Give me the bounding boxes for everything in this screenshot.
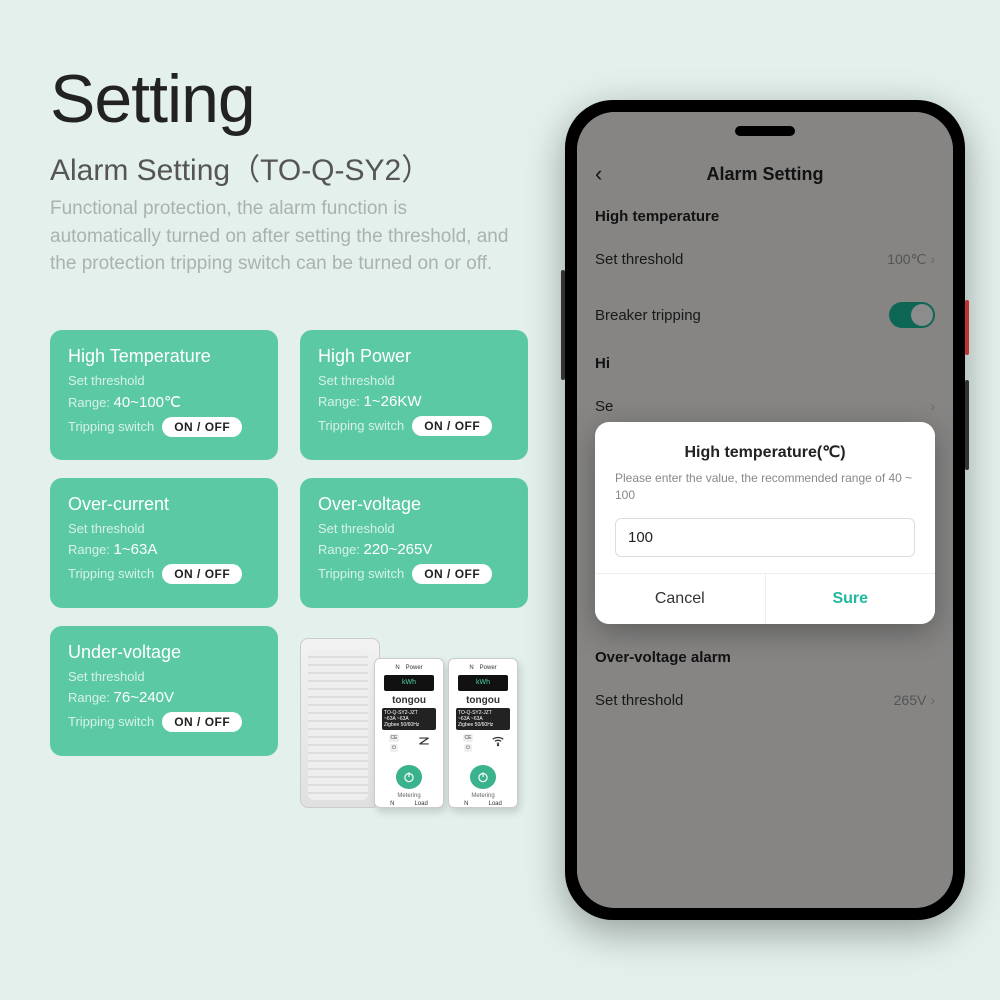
onoff-pill: ON / OFF bbox=[412, 564, 492, 584]
card-title: Over-voltage bbox=[318, 494, 510, 515]
card-title: High Temperature bbox=[68, 346, 260, 367]
dialog-hint: Please enter the value, the recommended … bbox=[615, 470, 915, 504]
card-tripping-label: Tripping switch bbox=[68, 714, 154, 729]
card-range: Range: 1~26KW bbox=[318, 393, 510, 410]
card-range: Range: 76~240V bbox=[68, 689, 260, 706]
card-over-current: Over-current Set threshold Range: 1~63A … bbox=[50, 478, 278, 608]
card-set-threshold: Set threshold bbox=[68, 519, 260, 539]
card-title: Under-voltage bbox=[68, 642, 260, 663]
card-tripping-label: Tripping switch bbox=[68, 566, 154, 581]
phone-screen: ‹ Alarm Setting High temperature Set thr… bbox=[577, 112, 953, 908]
main-title: Setting bbox=[50, 60, 255, 138]
breaker-lcd: kWh bbox=[458, 675, 508, 691]
power-button-icon bbox=[470, 765, 496, 789]
breaker-brand: tongou bbox=[466, 695, 500, 706]
card-set-threshold: Set threshold bbox=[318, 371, 510, 391]
breaker-module-1: NPower kWh tongou TO-Q-SY2-JZT ~63A ~63A… bbox=[374, 658, 444, 808]
card-range: Range: 40~100℃ bbox=[68, 393, 260, 411]
breaker-metering-label: Metering bbox=[397, 793, 420, 799]
dialog-value-input[interactable] bbox=[615, 518, 915, 557]
sub-title: Alarm Setting（TO-Q-SY2） bbox=[50, 145, 431, 189]
breaker-lcd: kWh bbox=[384, 675, 434, 691]
onoff-pill: ON / OFF bbox=[162, 564, 242, 584]
cancel-button[interactable]: Cancel bbox=[595, 574, 766, 624]
card-high-temperature: High Temperature Set threshold Range: 40… bbox=[50, 330, 278, 460]
breaker-model-strip: TO-Q-SY2-JZT ~63A ~63A Zigbee 50/60Hz bbox=[456, 708, 510, 730]
breaker-module-2: NPower kWh tongou TO-Q-SY2-JZT ~63A ~63A… bbox=[448, 658, 518, 808]
card-title: High Power bbox=[318, 346, 510, 367]
zigbee-icon bbox=[417, 734, 431, 748]
card-tripping-label: Tripping switch bbox=[318, 418, 404, 433]
phone-frame: ‹ Alarm Setting High temperature Set thr… bbox=[565, 100, 965, 920]
card-tripping-label: Tripping switch bbox=[318, 566, 404, 581]
dialog-high-temperature: High temperature(℃) Please enter the val… bbox=[595, 422, 935, 624]
card-high-power: High Power Set threshold Range: 1~26KW T… bbox=[300, 330, 528, 460]
onoff-pill: ON / OFF bbox=[412, 416, 492, 436]
card-tripping-label: Tripping switch bbox=[68, 419, 154, 434]
card-under-voltage: Under-voltage Set threshold Range: 76~24… bbox=[50, 626, 278, 756]
card-range: Range: 1~63A bbox=[68, 541, 260, 558]
description: Functional protection, the alarm functio… bbox=[50, 195, 510, 278]
card-range: Range: 220~265V bbox=[318, 541, 510, 558]
card-title: Over-current bbox=[68, 494, 260, 515]
breaker-metering-label: Metering bbox=[471, 793, 494, 799]
onoff-pill: ON / OFF bbox=[162, 417, 242, 437]
sure-button[interactable]: Sure bbox=[766, 574, 936, 624]
din-rail-side bbox=[308, 650, 368, 800]
dialog-title: High temperature(℃) bbox=[615, 442, 915, 462]
card-set-threshold: Set threshold bbox=[68, 371, 260, 391]
phone-notch bbox=[735, 126, 795, 136]
wifi-icon bbox=[491, 734, 505, 748]
breaker-model-strip: TO-Q-SY2-JZT ~63A ~63A Zigbee 50/60Hz bbox=[382, 708, 436, 730]
card-set-threshold: Set threshold bbox=[68, 667, 260, 687]
card-set-threshold: Set threshold bbox=[318, 519, 510, 539]
breaker-brand: tongou bbox=[392, 695, 426, 706]
breaker-device-illustration: NPower kWh tongou TO-Q-SY2-JZT ~63A ~63A… bbox=[300, 628, 520, 808]
onoff-pill: ON / OFF bbox=[162, 712, 242, 732]
phone-side-button bbox=[561, 270, 565, 380]
power-button-icon bbox=[396, 765, 422, 789]
card-over-voltage: Over-voltage Set threshold Range: 220~26… bbox=[300, 478, 528, 608]
